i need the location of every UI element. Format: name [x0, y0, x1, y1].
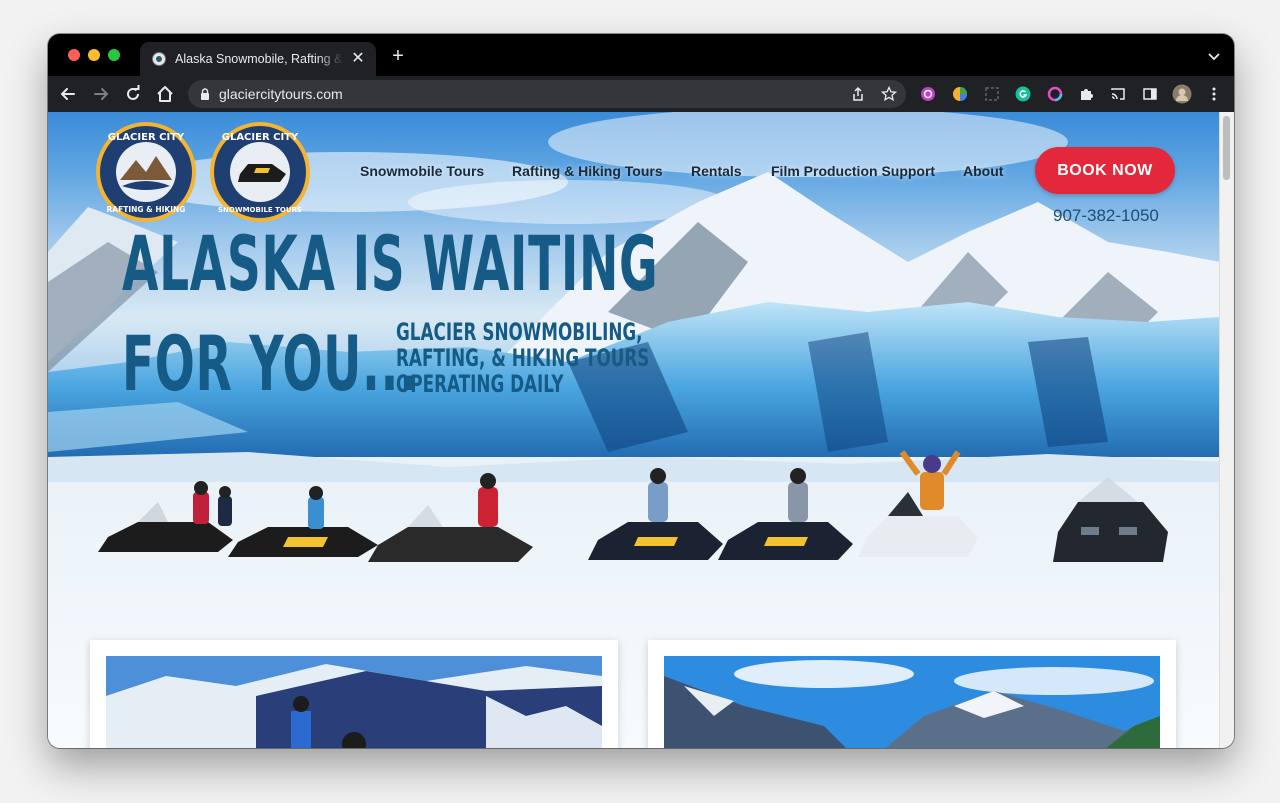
browser-menu-icon[interactable] — [1206, 86, 1222, 102]
svg-text:SNOWMOBILE TOURS: SNOWMOBILE TOURS — [218, 206, 302, 214]
hero-subtitle-line-3: OPERATING DAILY — [396, 370, 564, 398]
svg-text:RAFTING & HIKING: RAFTING & HIKING — [107, 205, 186, 214]
page-scrollbar[interactable] — [1219, 112, 1234, 748]
new-tab-icon[interactable]: + — [388, 46, 408, 66]
favicon-icon — [152, 52, 166, 66]
extension-power-icon[interactable] — [920, 86, 936, 102]
hero-subtitle-line-1: GLACIER SNOWMOBILING, — [396, 318, 643, 346]
cast-icon[interactable] — [1110, 86, 1126, 102]
scrollbar-thumb[interactable] — [1223, 116, 1230, 180]
phone-number[interactable]: 907-382-1050 — [1053, 206, 1159, 226]
minimize-window-button[interactable] — [88, 49, 100, 61]
book-now-button[interactable]: BOOK NOW — [1035, 147, 1175, 194]
extension-screenshot-icon[interactable] — [984, 86, 1000, 102]
nav-about[interactable]: About — [963, 163, 1003, 179]
snowmobile-tour-card[interactable] — [90, 640, 618, 748]
nav-snowmobile-tours[interactable]: Snowmobile Tours — [360, 163, 484, 179]
url-text: glaciercitytours.com — [219, 86, 343, 102]
close-window-button[interactable] — [68, 49, 80, 61]
hero-title-line-2: FOR YOU... — [122, 319, 418, 408]
maximize-window-button[interactable] — [108, 49, 120, 61]
nav-rentals[interactable]: Rentals — [691, 163, 742, 179]
close-tab-icon[interactable]: ✕ — [348, 49, 368, 69]
browser-window: Alaska Snowmobile, Rafting & Hiking Tour… — [48, 34, 1234, 748]
grammarly-icon[interactable] — [1015, 86, 1031, 102]
address-bar[interactable]: glaciercitytours.com — [188, 80, 906, 108]
web-page: GLACIER CITY RAFTING & HIKING GLACIER CI… — [48, 112, 1234, 748]
reload-icon[interactable] — [123, 84, 143, 104]
nav-rafting-hiking-tours[interactable]: Rafting & Hiking Tours — [512, 163, 663, 179]
profile-avatar-icon[interactable] — [1172, 84, 1192, 104]
snowmobile-tours-logo[interactable]: GLACIER CITY SNOWMOBILE TOURS — [208, 120, 312, 224]
glacier-valley-photo — [664, 656, 1160, 748]
tab-title: Alaska Snowmobile, Rafting & Hiking Tour… — [175, 52, 343, 66]
nav-film-production-support[interactable]: Film Production Support — [771, 163, 935, 179]
tab-strip: Alaska Snowmobile, Rafting & Hiking Tour… — [48, 34, 1234, 76]
side-panel-icon[interactable] — [1142, 86, 1158, 102]
forward-icon[interactable] — [91, 84, 111, 104]
back-icon[interactable] — [58, 84, 78, 104]
rafting-hiking-card[interactable] — [648, 640, 1176, 748]
svg-text:GLACIER CITY: GLACIER CITY — [108, 132, 185, 143]
share-icon[interactable] — [850, 86, 866, 102]
lock-icon — [201, 88, 209, 100]
extension-color-icon[interactable] — [952, 86, 968, 102]
tab-search-chevron-icon[interactable] — [1206, 48, 1222, 64]
bookmark-star-icon[interactable] — [881, 86, 897, 102]
home-icon[interactable] — [155, 84, 175, 104]
extensions-puzzle-icon[interactable] — [1078, 86, 1094, 102]
extension-ring-icon[interactable] — [1047, 86, 1063, 102]
rafting-hiking-logo[interactable]: GLACIER CITY RAFTING & HIKING — [94, 120, 198, 224]
browser-tab[interactable]: Alaska Snowmobile, Rafting & Hiking Tour… — [140, 42, 376, 76]
svg-text:GLACIER CITY: GLACIER CITY — [222, 132, 299, 143]
hero-subtitle-line-2: RAFTING, & HIKING TOURS — [396, 344, 650, 372]
hero-title-line-1: ALASKA IS WAITING — [122, 219, 659, 308]
browser-toolbar: glaciercitytours.com — [48, 76, 1234, 112]
snowmobile-mountain-photo — [106, 656, 602, 748]
